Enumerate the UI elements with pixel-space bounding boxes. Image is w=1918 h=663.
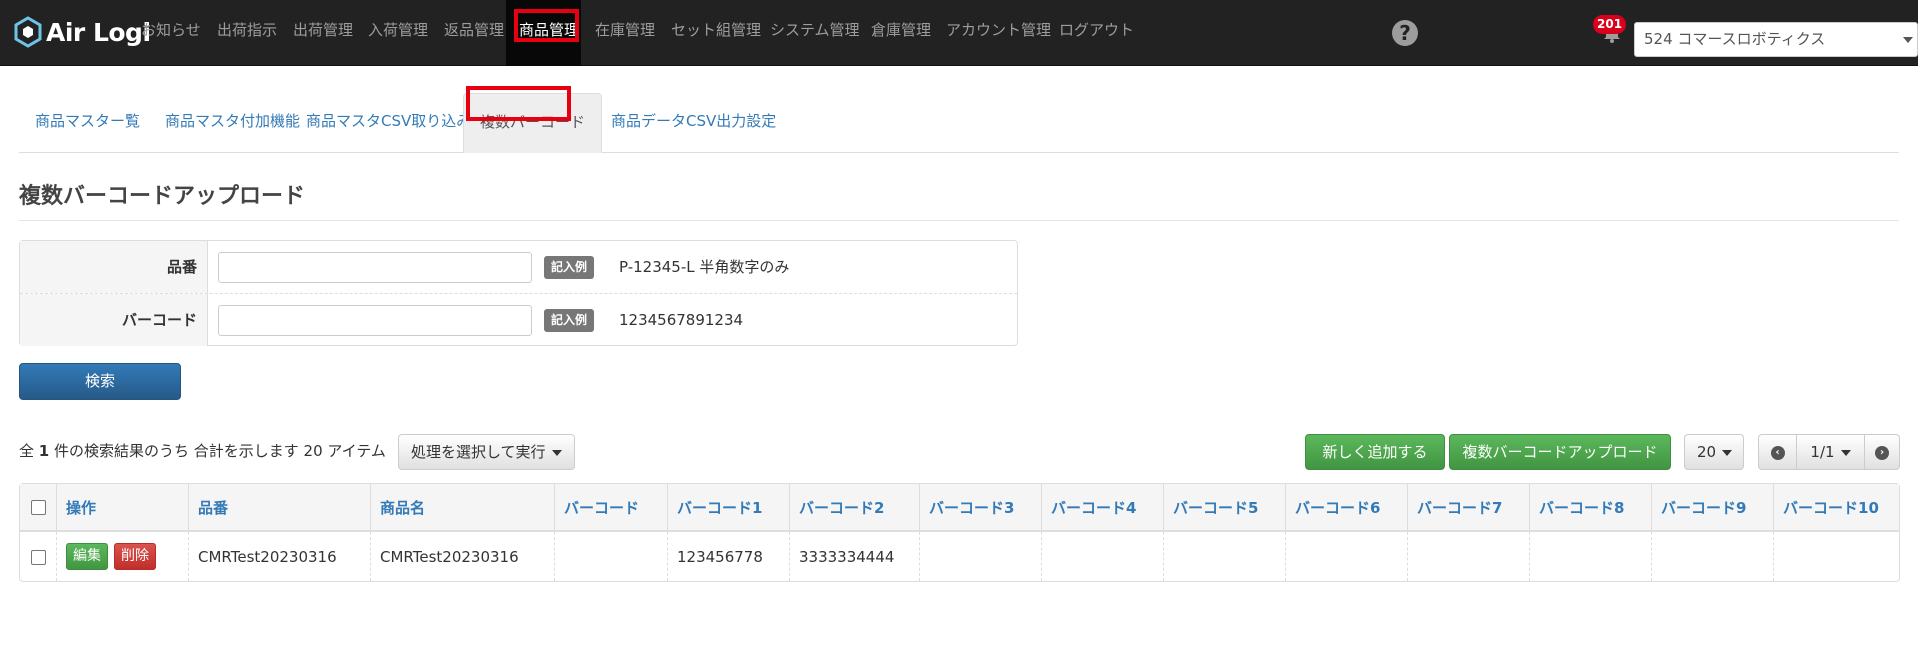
company-select-value: 524 コマースロボティクス (1644, 30, 1826, 48)
column-header[interactable]: バーコード2 (790, 484, 920, 532)
barcode9-cell (1652, 532, 1774, 581)
search-button[interactable]: 検索 (19, 363, 181, 400)
results-table: 操作 品番 商品名 バーコード バーコード1 バーコード2 バーコード3 バーコ… (19, 483, 1900, 582)
multi-barcode-upload-button[interactable]: 複数バーコードアップロード (1449, 434, 1671, 470)
nav-item-warehouse-management[interactable]: 倉庫管理 (871, 0, 931, 66)
column-header[interactable]: バーコード6 (1286, 484, 1408, 532)
column-header[interactable]: 品番 (189, 484, 371, 532)
barcode7-cell (1408, 532, 1530, 581)
column-header[interactable]: 操作 (57, 484, 189, 532)
company-select[interactable]: 524 コマースロボティクス (1634, 22, 1918, 57)
row-select-cell (20, 532, 57, 581)
barcode-example: 1234567891234 (619, 311, 744, 329)
nav-item-logout[interactable]: ログアウト (1059, 0, 1134, 66)
column-header[interactable]: 商品名 (371, 484, 555, 532)
column-header[interactable]: バーコード1 (668, 484, 790, 532)
form-row-barcode: バーコード 記入例 1234567891234 (20, 293, 1017, 346)
tab-product-data-csv-export[interactable]: 商品データCSV出力設定 (595, 93, 792, 153)
column-header[interactable]: バーコード3 (920, 484, 1042, 532)
column-header[interactable]: バーコード7 (1408, 484, 1530, 532)
delete-button[interactable]: 削除 (114, 543, 156, 570)
per-page-value: 20 (1697, 443, 1717, 461)
barcode4-cell (1042, 532, 1164, 581)
nav-item-receiving-management[interactable]: 入荷管理 (368, 0, 428, 66)
barcode6-cell (1286, 532, 1408, 581)
result-suffix: 件の検索結果のうち 合計を示します 20 アイテム (54, 442, 386, 460)
barcode8-cell (1530, 532, 1652, 581)
logo-cube-icon (14, 16, 42, 48)
question-circle-icon[interactable]: ? (1392, 20, 1418, 46)
prev-page-button[interactable]: ‹ (1759, 435, 1797, 469)
add-new-button[interactable]: 新しく追加する (1305, 434, 1445, 470)
column-header[interactable]: バーコード5 (1164, 484, 1286, 532)
result-prefix: 全 (19, 442, 35, 460)
barcode1-cell: 123456778 (668, 532, 790, 581)
nav-item-returns-management[interactable]: 返品管理 (444, 0, 504, 66)
page-title: 複数バーコードアップロード (19, 184, 306, 209)
notification-count-badge: 201 (1593, 15, 1627, 34)
example-badge: 記入例 (544, 309, 595, 332)
nav-item-shipping-management[interactable]: 出荷管理 (293, 0, 353, 66)
highlight-box-nav (514, 9, 579, 42)
title-divider (19, 220, 1899, 221)
result-count: 1 (38, 442, 50, 460)
sub-tabs: 商品マスター覧 商品マスタ付加機能 商品マスタCSV取り込み設定 複数バーコード… (19, 93, 1899, 153)
item-code-cell: CMRTest20230316 (189, 532, 371, 581)
caret-down-icon (1722, 449, 1733, 456)
chevron-left-icon: ‹ (1770, 445, 1785, 460)
nav-item-account-management[interactable]: アカウント管理 (946, 0, 1051, 66)
column-header[interactable]: バーコード10 (1774, 484, 1899, 532)
select-all-checkbox[interactable] (30, 500, 46, 515)
row-actions-cell: 編集 削除 (57, 532, 189, 581)
logo-text: Air Logi (46, 17, 151, 47)
column-header[interactable]: バーコード (555, 484, 668, 532)
item-code-label: 品番 (20, 241, 208, 293)
page-select[interactable]: 1/1 (1797, 435, 1865, 469)
table-row: 編集 削除 CMRTest20230316 CMRTest20230316 123… (20, 532, 1899, 581)
nav-item-shipping-instructions[interactable]: 出荷指示 (217, 0, 277, 66)
barcode5-cell (1164, 532, 1286, 581)
barcode-cell (555, 532, 668, 581)
barcode3-cell (920, 532, 1042, 581)
per-page-dropdown[interactable]: 20 (1684, 434, 1744, 470)
result-summary: 全 1 件の検索結果のうち 合計を示します 20 アイテム (19, 440, 386, 462)
barcode10-cell (1774, 532, 1899, 581)
column-header[interactable]: バーコード8 (1530, 484, 1652, 532)
column-header[interactable]: バーコード4 (1042, 484, 1164, 532)
barcode2-cell: 3333334444 (790, 532, 920, 581)
caret-down-icon (551, 449, 562, 456)
bulk-action-label: 処理を選択して実行 (411, 443, 546, 461)
edit-button[interactable]: 編集 (66, 543, 108, 570)
row-checkbox[interactable] (30, 549, 46, 565)
bulk-action-dropdown[interactable]: 処理を選択して実行 (398, 434, 575, 470)
item-code-input[interactable] (218, 252, 532, 283)
chevron-right-icon: › (1875, 445, 1889, 460)
barcode-input[interactable] (218, 305, 532, 336)
nav-item-system-management[interactable]: システム管理 (770, 0, 860, 66)
tab-product-master-list[interactable]: 商品マスター覧 (19, 93, 156, 153)
next-page-button[interactable]: › (1865, 435, 1899, 469)
pagination: ‹ 1/1 › (1758, 434, 1900, 470)
table-header-row: 操作 品番 商品名 バーコード バーコード1 バーコード2 バーコード3 バーコ… (20, 484, 1899, 532)
form-row-item-code: 品番 記入例 P-12345-L 半角数字のみ (20, 241, 1017, 293)
column-header[interactable]: バーコード9 (1652, 484, 1774, 532)
item-code-example: P-12345-L 半角数字のみ (619, 258, 790, 276)
item-name-cell: CMRTest20230316 (371, 532, 555, 581)
nav-item-inventory-management[interactable]: 在庫管理 (595, 0, 655, 66)
search-form: 品番 記入例 P-12345-L 半角数字のみ バーコード 記入例 123456… (19, 240, 1018, 346)
top-navbar: Air Logi お知らせ 出荷指示 出荷管理 入荷管理 返品管理 商品管理 在… (0, 0, 1918, 66)
chevron-down-icon (1903, 37, 1913, 43)
barcode-label: バーコード (20, 294, 208, 346)
caret-down-icon (1840, 449, 1851, 456)
select-all-cell (20, 484, 57, 532)
highlight-box-tab (466, 86, 571, 121)
nav-item-news[interactable]: お知らせ (141, 0, 201, 66)
app-logo[interactable]: Air Logi (14, 14, 151, 50)
page-indicator: 1/1 (1810, 443, 1835, 461)
example-badge: 記入例 (544, 256, 595, 279)
nav-item-set-management[interactable]: セット組管理 (671, 0, 761, 66)
